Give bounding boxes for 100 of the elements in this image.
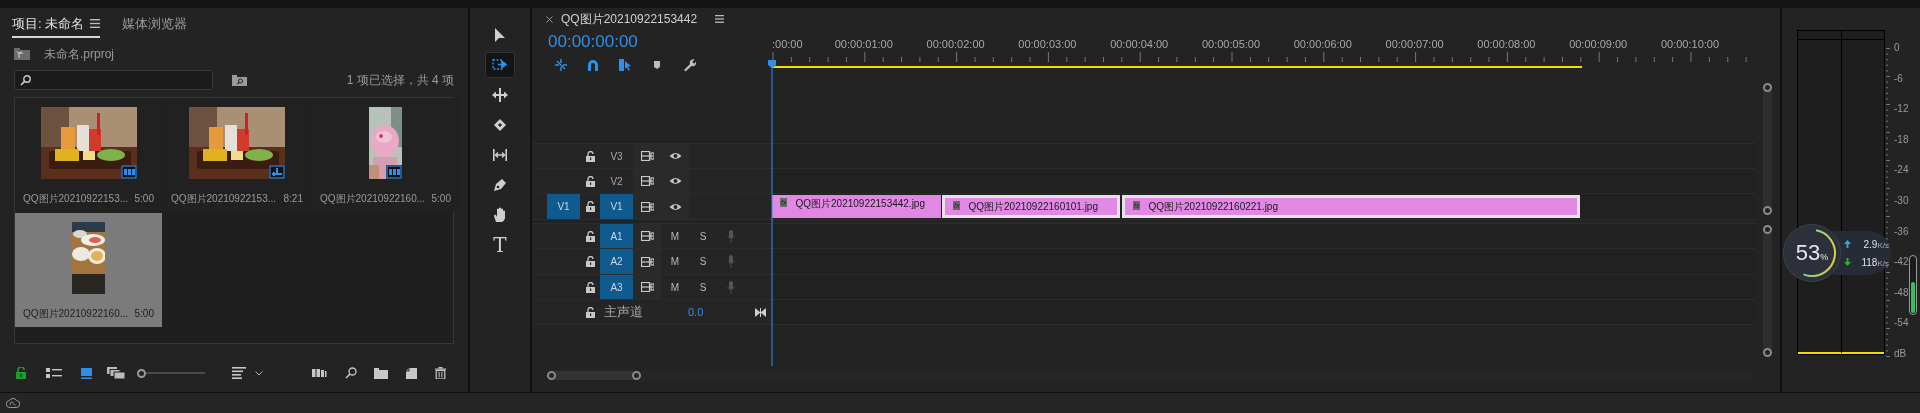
selection-count: 1 项已选择，共 4 项 — [346, 72, 454, 89]
speed-unit: K/s — [1877, 257, 1889, 270]
track-output-icon[interactable] — [640, 231, 654, 241]
item-name: QQ图片20210922160... — [23, 307, 129, 321]
speed-unit: K/s — [1877, 239, 1889, 252]
padlock-icon[interactable] — [585, 150, 595, 162]
search-icon[interactable] — [345, 367, 357, 379]
sort-icon[interactable] — [232, 367, 246, 379]
ruler-time-label: 00:00:07:00 — [1385, 37, 1444, 52]
ruler-time-label: :00:00 — [772, 37, 803, 52]
track-output-icon[interactable] — [640, 201, 654, 212]
clip-name: QQ图片20210922153442.jpg — [795, 197, 925, 210]
item-duration: 5:00 — [431, 192, 451, 206]
track-target[interactable]: A2 — [600, 249, 633, 274]
menu-icon[interactable] — [90, 18, 101, 28]
source-patch[interactable]: V1 — [547, 194, 580, 219]
padlock-icon[interactable] — [585, 230, 595, 242]
track-target[interactable]: V2 — [600, 169, 633, 193]
scrollbar[interactable] — [547, 370, 641, 380]
wrench-icon[interactable] — [682, 58, 696, 72]
tool-button[interactable]: T — [485, 232, 515, 258]
meter-scale-label: -30 — [1893, 194, 1909, 207]
item-name: QQ图片20210922153... — [171, 192, 277, 206]
padlock-icon[interactable] — [585, 256, 595, 267]
padlock-icon[interactable] — [585, 306, 595, 318]
trash-icon[interactable] — [435, 367, 446, 379]
track-output-icon[interactable] — [640, 282, 654, 292]
ruler-time-label: 00:00:01:00 — [834, 37, 893, 52]
new-item-icon[interactable] — [406, 367, 417, 379]
ruler-time-label: 00:00:05:00 — [1201, 37, 1261, 52]
folder-icon[interactable] — [374, 367, 388, 379]
eye-icon[interactable] — [668, 177, 682, 185]
mute-toggle[interactable]: M — [670, 228, 680, 244]
padlock-icon[interactable] — [585, 175, 595, 187]
meter-scale-label: -18 — [1893, 133, 1909, 146]
sequence-icon — [269, 165, 285, 179]
folder-up-icon[interactable] — [14, 48, 30, 60]
creative-cloud-icon[interactable] — [6, 398, 20, 408]
close-icon[interactable] — [546, 15, 553, 23]
playhead[interactable] — [768, 60, 777, 366]
ruler-time-label: 00:00:10:00 — [1660, 37, 1720, 52]
meter-scale-label: -54 — [1893, 317, 1909, 330]
upload-speed: 2.9 — [1863, 237, 1878, 252]
menu-icon[interactable] — [715, 15, 725, 23]
track-target[interactable]: A1 — [600, 224, 633, 248]
memory-meter — [1909, 255, 1917, 315]
padlock-icon[interactable] — [585, 201, 595, 212]
linked-selection-icon[interactable] — [618, 58, 632, 72]
search-field[interactable] — [14, 70, 213, 90]
ruler-time-label: 00:00:02:00 — [926, 37, 985, 52]
ruler-time-label: 00:00:03:00 — [1018, 37, 1077, 52]
freeform-view-icon[interactable] — [107, 367, 125, 379]
meter-scale-label: -42 — [1893, 256, 1909, 269]
padlock-icon[interactable] — [16, 367, 26, 379]
search-icon — [20, 74, 31, 86]
chevron-down-icon[interactable] — [255, 370, 263, 376]
meter-scale-label: dB — [1893, 347, 1908, 360]
usage-percent: 53 — [1795, 241, 1821, 264]
padlock-icon[interactable] — [585, 281, 595, 293]
clip-name: QQ图片20210922160101.jpg — [968, 200, 1098, 213]
eye-icon[interactable] — [668, 152, 682, 160]
scrollbar[interactable] — [1763, 83, 1772, 215]
panel-tab[interactable]: 媒体浏览器 — [122, 13, 188, 33]
bowtie-icon[interactable] — [755, 307, 766, 317]
list-view-icon[interactable] — [46, 368, 62, 378]
icon-view-icon[interactable] — [81, 367, 92, 379]
magnet-icon[interactable] — [586, 58, 600, 72]
percent-sign: % — [1820, 251, 1829, 264]
track-target[interactable]: A3 — [600, 275, 633, 299]
item-name: QQ图片20210922153... — [23, 192, 129, 206]
eye-icon[interactable] — [668, 202, 682, 211]
meter-scale-label: -48 — [1893, 286, 1909, 299]
panel-tab[interactable]: 项目: 未命名 — [12, 13, 85, 33]
meter-scale-label: -24 — [1893, 164, 1909, 177]
sequence-tab[interactable]: QQ图片20210922153442 — [561, 10, 698, 28]
meter-scale-label: -6 — [1893, 72, 1904, 85]
item-duration: 5:00 — [134, 192, 154, 206]
media-item-tile[interactable]: QQ图片20210922160... 5:00 — [15, 213, 162, 327]
timecode[interactable]: 00:00:00:00 — [548, 33, 638, 50]
scrollbar[interactable] — [1763, 225, 1772, 357]
track-output-icon[interactable] — [640, 176, 654, 186]
track-output-icon[interactable] — [640, 256, 654, 267]
mute-toggle[interactable]: M — [670, 254, 680, 269]
track-target[interactable]: V3 — [600, 144, 633, 168]
solo-toggle[interactable]: S — [699, 279, 707, 295]
up-arrow-icon — [1844, 240, 1851, 248]
master-track-label: 主声道 — [604, 303, 643, 322]
automate-icon[interactable] — [312, 369, 327, 377]
mute-toggle[interactable]: M — [670, 279, 680, 295]
folder-search-icon[interactable] — [232, 74, 247, 86]
nest-icon[interactable] — [554, 58, 568, 72]
track-output-icon[interactable] — [640, 151, 654, 161]
solo-toggle[interactable]: S — [699, 228, 707, 244]
zoom-slider[interactable] — [137, 367, 205, 379]
ruler-time-label: 00:00:04:00 — [1110, 37, 1169, 52]
track-target[interactable]: V1 — [600, 194, 633, 219]
solo-toggle[interactable]: S — [699, 254, 707, 269]
tool-button[interactable] — [485, 52, 515, 78]
master-volume[interactable]: 0.0 — [688, 303, 704, 321]
meter-scale-label: -12 — [1893, 103, 1909, 116]
